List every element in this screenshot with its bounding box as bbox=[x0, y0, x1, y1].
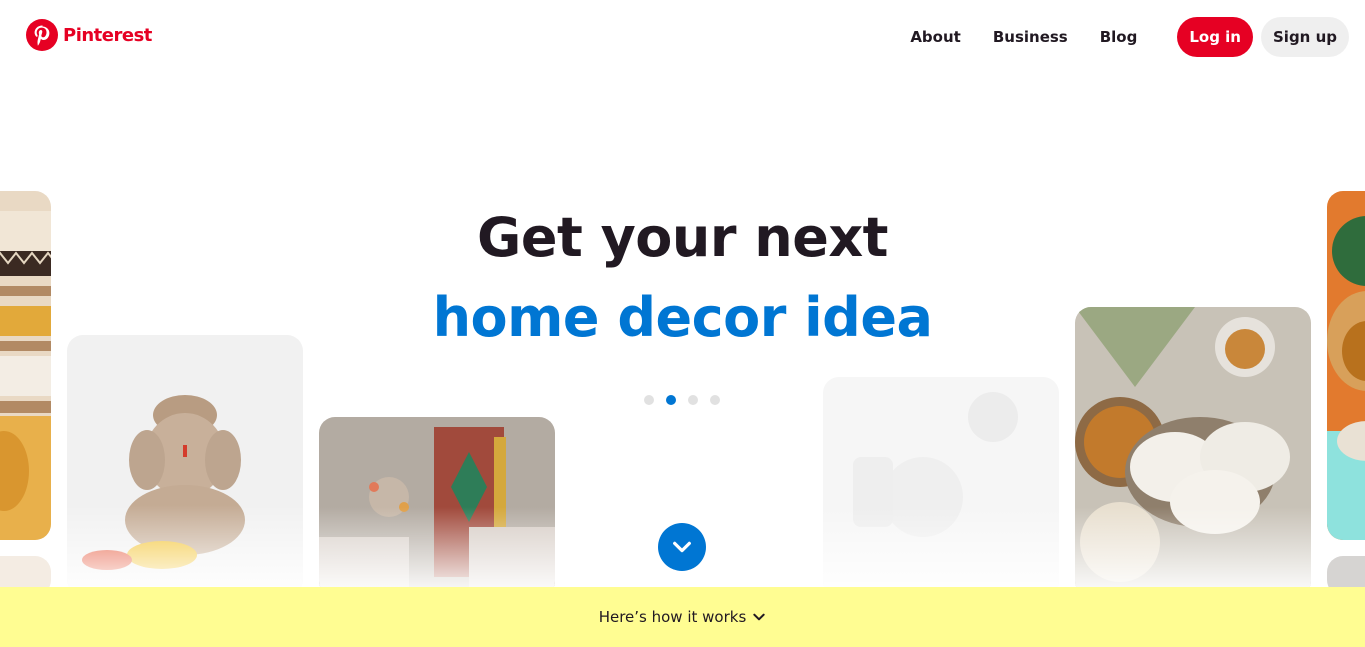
how-it-works-label: Here’s how it works bbox=[598, 608, 747, 626]
how-it-works-banner[interactable]: Here’s how it works bbox=[0, 587, 1365, 647]
carousel-dot-3[interactable] bbox=[688, 395, 698, 405]
brand-name: Pinterest bbox=[63, 24, 152, 46]
hero-headline-topic: home decor idea bbox=[432, 286, 933, 349]
pin-image-idli[interactable] bbox=[1075, 307, 1311, 597]
signup-button[interactable]: Sign up bbox=[1261, 17, 1349, 57]
nav-blog-link[interactable]: Blog bbox=[1084, 17, 1154, 57]
scroll-down-button[interactable] bbox=[658, 523, 706, 571]
pin-image-doorway[interactable] bbox=[319, 417, 555, 597]
pinterest-logo-icon bbox=[26, 19, 58, 51]
carousel-dot-1[interactable] bbox=[644, 395, 654, 405]
top-nav: About Business Blog Log in Sign up bbox=[894, 17, 1349, 57]
carousel-dot-2[interactable] bbox=[666, 395, 676, 405]
carousel-dot-4[interactable] bbox=[710, 395, 720, 405]
pin-image-ganesha[interactable] bbox=[67, 335, 303, 595]
nav-about-link[interactable]: About bbox=[894, 17, 977, 57]
nav-business-link[interactable]: Business bbox=[977, 17, 1084, 57]
header: Pinterest About Business Blog Log in Sig… bbox=[0, 0, 1365, 76]
carousel-dots bbox=[644, 395, 720, 405]
pin-image-tableware[interactable] bbox=[823, 377, 1059, 597]
chevron-down-icon bbox=[753, 613, 765, 621]
chevron-down-icon bbox=[673, 541, 691, 553]
pinterest-logo[interactable]: Pinterest bbox=[26, 19, 152, 51]
hero-headline: Get your next bbox=[477, 206, 888, 269]
login-button[interactable]: Log in bbox=[1177, 17, 1253, 57]
